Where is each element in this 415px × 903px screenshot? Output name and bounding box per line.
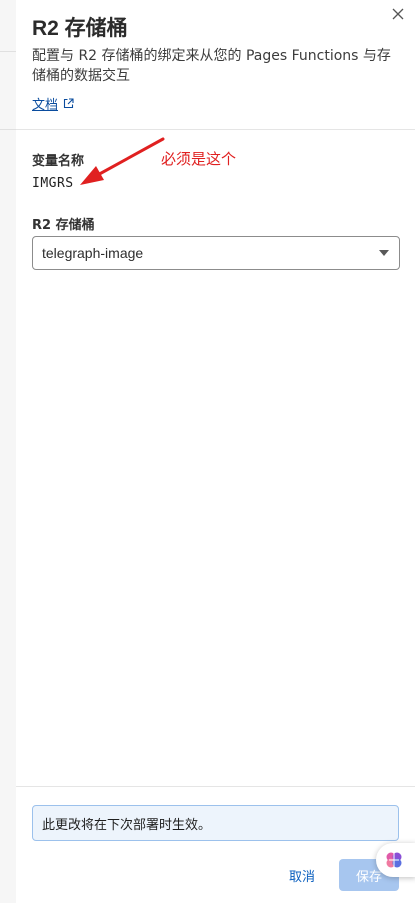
notice-text: 此更改将在下次部署时生效。 xyxy=(42,817,212,833)
header-divider xyxy=(16,129,415,130)
panel-description: 配置与 R2 存储桶的绑定来从您的 Pages Functions 与存储桶的数… xyxy=(32,48,391,84)
bucket-select[interactable]: telegraph-image xyxy=(32,236,400,270)
cancel-button[interactable]: 取消 xyxy=(274,860,330,890)
annotation-text: 必须是这个 xyxy=(161,150,237,168)
background-divider xyxy=(0,129,16,130)
close-button[interactable] xyxy=(388,4,408,24)
bucket-label: R2 存储桶 xyxy=(32,218,95,233)
info-notice: 此更改将在下次部署时生效。 xyxy=(32,805,399,841)
variable-name-value: IMGRS xyxy=(32,176,74,191)
docs-link-label: 文档 xyxy=(32,98,59,113)
brain-icon xyxy=(386,852,402,868)
background-page-edge xyxy=(0,0,17,903)
bucket-selected-value: telegraph-image xyxy=(42,245,144,261)
background-divider xyxy=(0,51,16,52)
caret-down-icon xyxy=(379,250,389,256)
panel-title: R2 存储桶 xyxy=(32,17,128,40)
docs-link[interactable]: 文档 xyxy=(32,94,74,113)
r2-binding-panel: R2 存储桶 配置与 R2 存储桶的绑定来从您的 Pages Functions… xyxy=(16,0,415,903)
footer-divider xyxy=(16,786,415,787)
external-link-icon xyxy=(63,98,74,109)
assistant-button[interactable] xyxy=(376,843,415,877)
close-icon xyxy=(392,8,404,20)
variable-name-label: 变量名称 xyxy=(32,154,85,169)
